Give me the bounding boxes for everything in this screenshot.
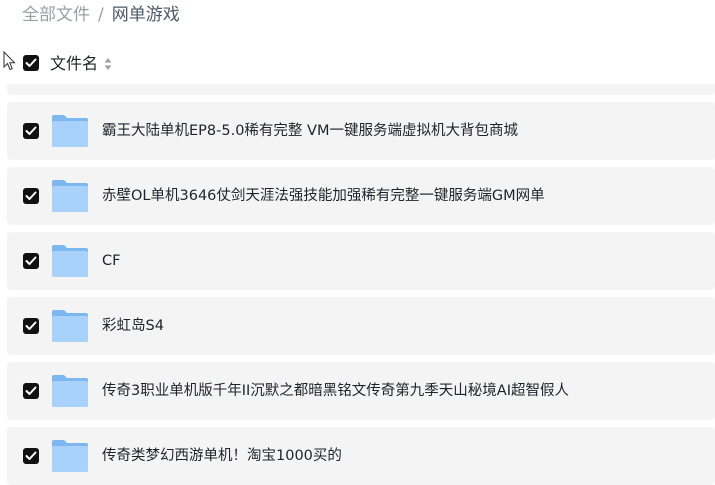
file-row[interactable]: 传奇3职业单机版千年II沉默之都暗黑铭文传奇第九季天山秘境AI超智假人 — [7, 362, 715, 420]
breadcrumb: 全部文件 / 网单游戏 — [22, 4, 180, 26]
row-checkbox[interactable] — [23, 318, 39, 334]
partial-list-item — [7, 84, 715, 95]
file-row[interactable]: 传奇类梦幻西游单机！淘宝1000买的 — [7, 427, 715, 485]
breadcrumb-current: 网单游戏 — [111, 5, 180, 25]
file-name[interactable]: 霸王大陆单机EP8-5.0稀有完整 VM一键服务端虚拟机大背包商城 — [102, 120, 518, 142]
file-row[interactable]: 彩虹岛S4 — [7, 297, 715, 355]
breadcrumb-separator: / — [98, 5, 104, 25]
row-checkbox[interactable] — [23, 188, 39, 204]
row-checkbox[interactable] — [23, 123, 39, 139]
sort-icon[interactable] — [104, 57, 112, 71]
folder-icon — [52, 440, 88, 472]
file-name[interactable]: CF — [102, 250, 120, 272]
folder-icon — [52, 375, 88, 407]
row-checkbox[interactable] — [23, 383, 39, 399]
folder-icon — [52, 115, 88, 147]
file-row[interactable]: CF — [7, 232, 715, 290]
file-name[interactable]: 赤壁OL单机3646仗剑天涯法强技能加强稀有完整一键服务端GM网单 — [102, 185, 545, 207]
mouse-cursor-icon — [3, 51, 16, 71]
row-checkbox[interactable] — [23, 253, 39, 269]
row-checkbox[interactable] — [23, 448, 39, 464]
file-row[interactable]: 霸王大陆单机EP8-5.0稀有完整 VM一键服务端虚拟机大背包商城 — [7, 102, 715, 160]
breadcrumb-root-link[interactable]: 全部文件 — [22, 5, 90, 25]
file-name[interactable]: 传奇3职业单机版千年II沉默之都暗黑铭文传奇第九季天山秘境AI超智假人 — [102, 380, 569, 402]
file-name[interactable]: 彩虹岛S4 — [102, 315, 164, 337]
folder-icon — [52, 310, 88, 342]
folder-icon — [52, 180, 88, 212]
folder-icon — [52, 245, 88, 277]
column-header-filename[interactable]: 文件名 — [50, 53, 98, 75]
file-name[interactable]: 传奇类梦幻西游单机！淘宝1000买的 — [102, 445, 342, 467]
file-row[interactable]: 赤壁OL单机3646仗剑天涯法强技能加强稀有完整一键服务端GM网单 — [7, 167, 715, 225]
select-all-checkbox[interactable] — [23, 55, 39, 71]
